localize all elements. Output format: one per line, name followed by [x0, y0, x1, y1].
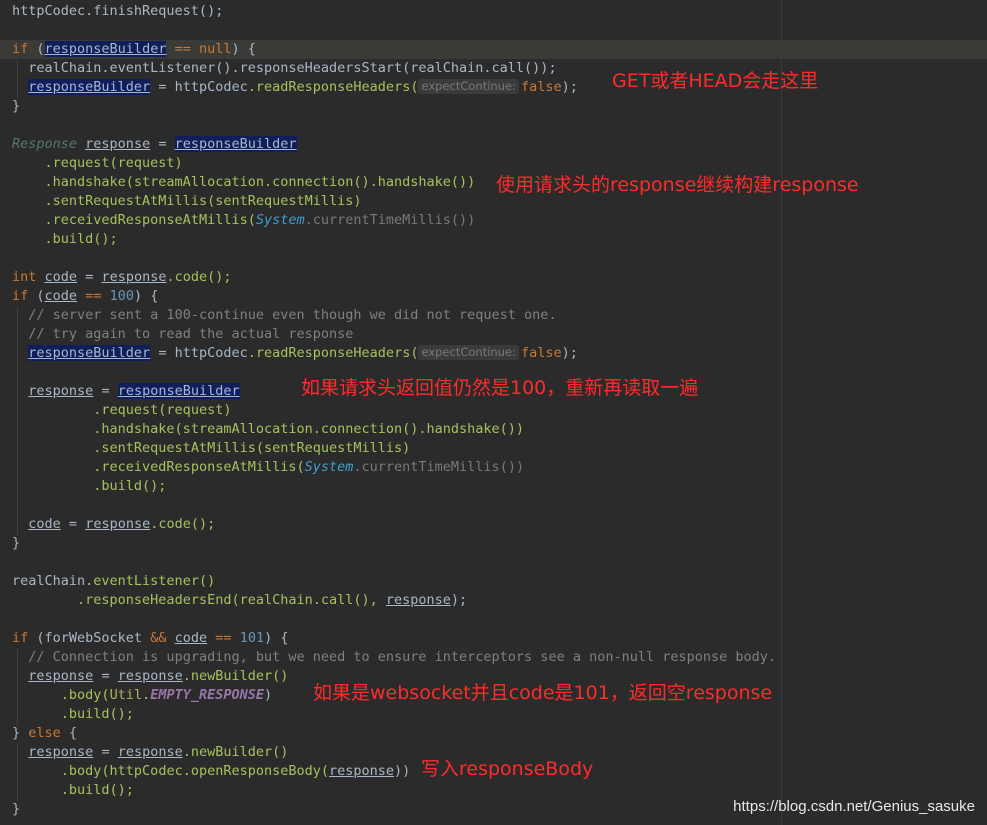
code-line: .request(request) [93, 402, 232, 418]
code-line: .build(); [60, 782, 134, 798]
right-margin-guide [781, 0, 782, 825]
code-line: .body(httpCodec.openResponseBody(respons… [60, 763, 411, 779]
annotation-get-head: GET或者HEAD会走这里 [612, 70, 819, 92]
code-line: response = response.newBuilder() [28, 668, 289, 684]
code-line: if (forWebSocket && code == 101) { [12, 630, 289, 646]
code-line: .responseHeadersEnd(realChain.call(), re… [77, 592, 468, 608]
code-line: .build(); [60, 706, 134, 722]
code-line: response = response.newBuilder() [28, 744, 289, 760]
code-line: .body(Util.EMPTY_RESPONSE) [60, 687, 273, 703]
code-line: realChain.eventListener() [12, 573, 216, 589]
code-line: responseBuilder = httpCodec.readResponse… [28, 345, 578, 361]
code-line: // try again to read the actual response [28, 326, 354, 342]
code-line: .receivedResponseAtMillis(System.current… [44, 212, 476, 228]
watermark: https://blog.csdn.net/Genius_sasuke [733, 798, 975, 815]
code-line: httpCodec.finishRequest(); [12, 3, 224, 19]
code-line: code = response.code(); [28, 516, 216, 532]
code-line: .sentRequestAtMillis(sentRequestMillis) [44, 193, 362, 209]
code-line: } [12, 535, 21, 551]
code-line: .receivedResponseAtMillis(System.current… [93, 459, 525, 475]
code-line: Response response = responseBuilder [12, 136, 297, 152]
code-line: realChain.eventListener().responseHeader… [28, 60, 557, 76]
code-editor[interactable]: httpCodec.finishRequest(); if (responseB… [0, 0, 987, 825]
code-line: // server sent a 100-continue even thoug… [28, 307, 557, 323]
code-line: } [12, 801, 21, 817]
code-line: } [12, 98, 21, 114]
code-line: .handshake(streamAllocation.connection()… [44, 174, 476, 190]
code-line: .handshake(streamAllocation.connection()… [93, 421, 525, 437]
annotation-websocket-101: 如果是websocket并且code是101，返回空response [313, 682, 773, 704]
code-line: .request(request) [44, 155, 183, 171]
parameter-hint: expectContinue: [418, 79, 519, 94]
parameter-hint: expectContinue: [418, 345, 519, 360]
code-line: responseBuilder = httpCodec.readResponse… [28, 79, 578, 95]
code-line: .build(); [44, 231, 118, 247]
annotation-continue-build: 使用请求头的response继续构建response [496, 174, 859, 196]
code-line: // Connection is upgrading, but we need … [28, 649, 777, 665]
code-line: if (code == 100) { [12, 288, 159, 304]
code-line: int code = response.code(); [12, 269, 232, 285]
code-line: if (responseBuilder == null) { [12, 41, 256, 57]
code-line: } else { [12, 725, 78, 741]
code-line: response = responseBuilder [28, 383, 240, 399]
code-line: .build(); [93, 478, 167, 494]
annotation-write-body: 写入responseBody [421, 758, 594, 780]
code-line: .sentRequestAtMillis(sentRequestMillis) [93, 440, 411, 456]
annotation-status-100: 如果请求头返回值仍然是100，重新再读取一遍 [301, 377, 699, 399]
